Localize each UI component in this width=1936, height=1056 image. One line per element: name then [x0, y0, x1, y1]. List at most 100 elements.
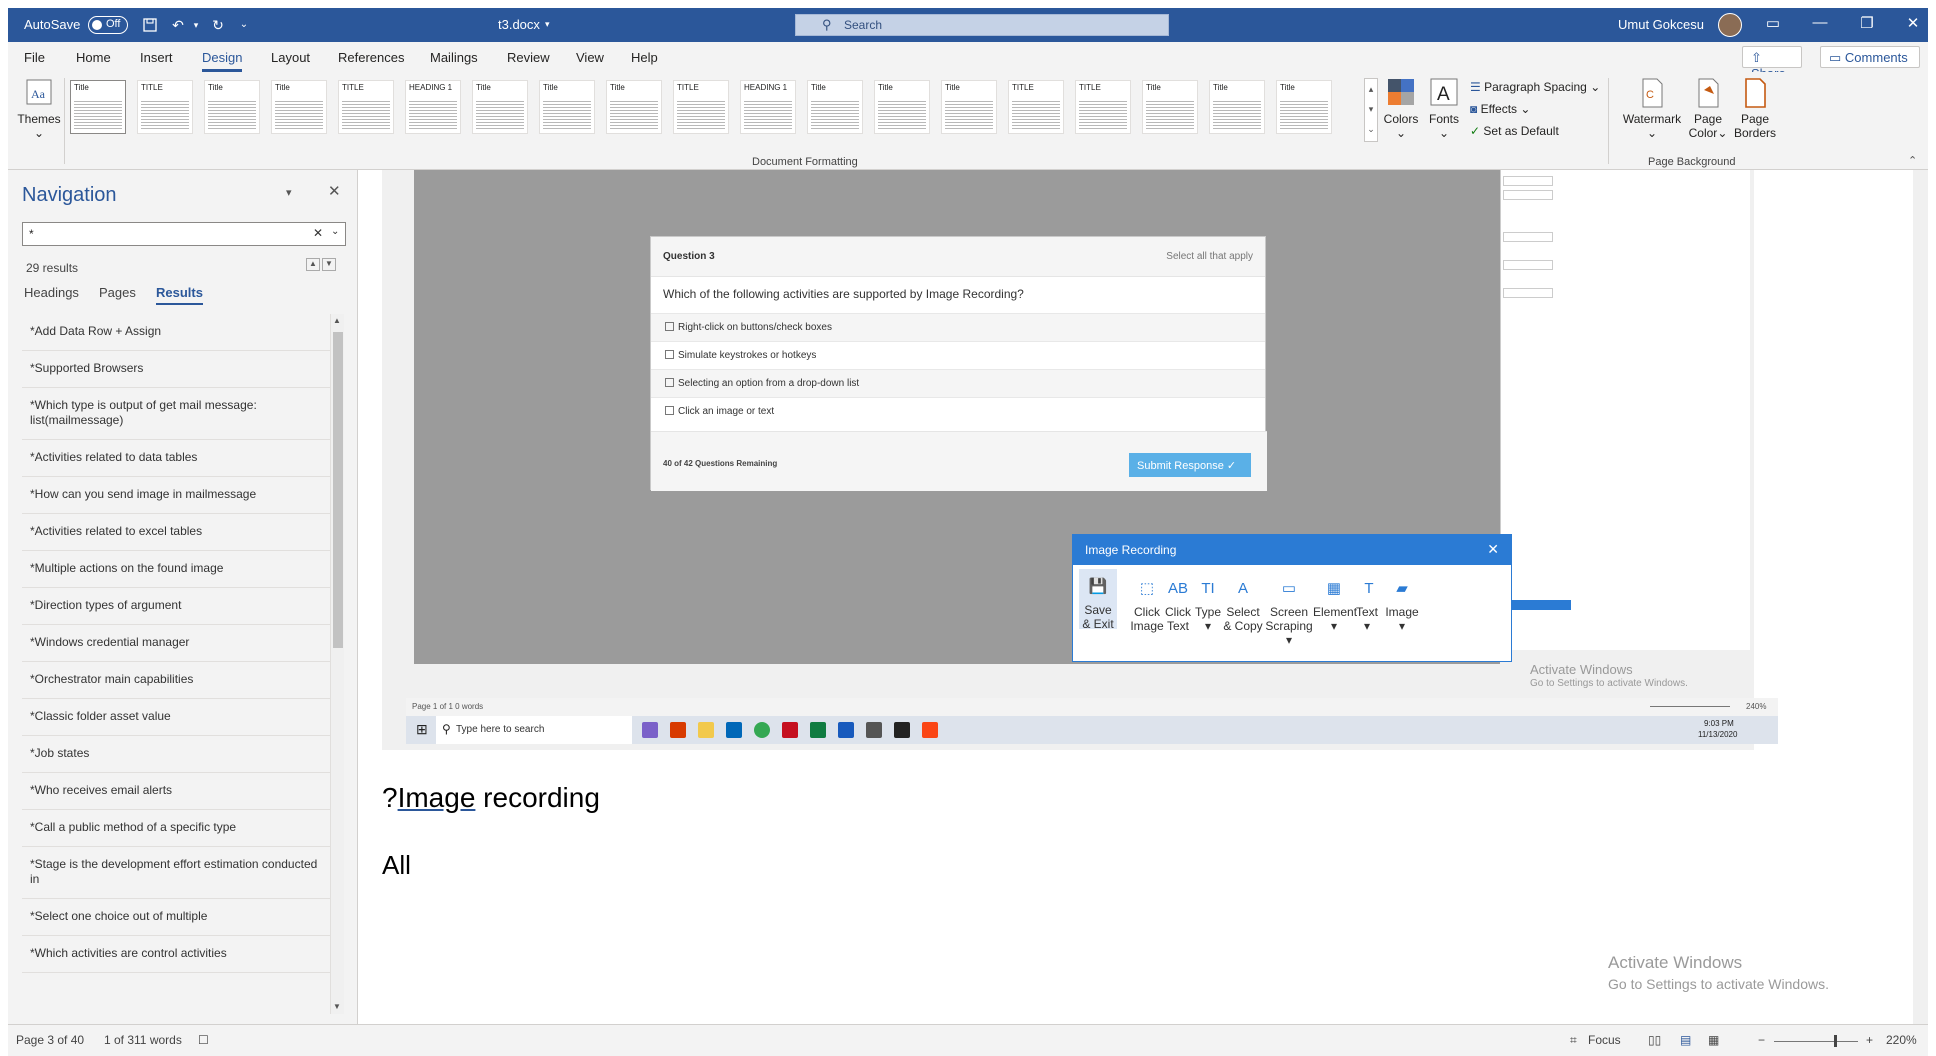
zoom-slider-thumb[interactable] — [1834, 1035, 1837, 1047]
style-set-thumbnail[interactable]: Title — [606, 80, 662, 134]
next-result-icon[interactable]: ▼ — [322, 258, 336, 271]
style-set-thumbnail[interactable]: TITLE — [338, 80, 394, 134]
screen-scraping-button[interactable]: ▭ Screen Scraping ▾ — [1265, 575, 1313, 647]
clear-search-icon[interactable]: ✕ — [313, 226, 323, 240]
nav-search-input[interactable]: * ✕ ⌄ — [22, 222, 346, 246]
style-set-thumbnail[interactable]: Title — [472, 80, 528, 134]
select-copy-button[interactable]: A Select & Copy — [1223, 575, 1263, 633]
search-result-item[interactable]: *Activities related to excel tables — [22, 514, 334, 551]
answer-option[interactable]: Simulate keystrokes or hotkeys — [651, 341, 1265, 369]
search-box[interactable]: ⚲ Search — [795, 14, 1169, 36]
fonts-button[interactable]: A Fonts ⌄ — [1424, 78, 1464, 140]
style-set-thumbnail[interactable]: HEADING 1 — [405, 80, 461, 134]
search-result-item[interactable]: *How can you send image in mailmessage — [22, 477, 334, 514]
tab-layout[interactable]: Layout — [271, 50, 310, 65]
search-result-item[interactable]: *Activities related to data tables — [22, 440, 334, 477]
close-icon[interactable]: ✕ — [1898, 14, 1928, 32]
comments-button[interactable]: ▭ Comments — [1820, 46, 1920, 68]
autosave-toggle[interactable]: Off — [88, 16, 128, 34]
style-set-thumbnail[interactable]: Title — [1209, 80, 1265, 134]
results-scrollbar[interactable]: ▲ ▼ — [330, 314, 344, 1014]
themes-button[interactable]: Aa Themes ⌄ — [16, 78, 62, 140]
style-set-thumbnail[interactable]: TITLE — [673, 80, 729, 134]
web-layout-icon[interactable]: ▦ — [1708, 1033, 1719, 1047]
checkbox[interactable] — [665, 378, 674, 387]
answer-option[interactable]: Right-click on buttons/check boxes — [651, 313, 1265, 341]
scrollbar-thumb[interactable] — [333, 332, 343, 648]
search-result-item[interactable]: *Multiple actions on the found image — [22, 551, 334, 588]
collapse-ribbon-icon[interactable]: ⌃ — [1908, 154, 1917, 167]
previous-result-icon[interactable]: ▲ — [306, 258, 320, 271]
search-result-item[interactable]: *Which activities are control activities — [22, 936, 334, 973]
focus-icon[interactable]: ⌗ — [1570, 1033, 1577, 1048]
checkbox[interactable] — [665, 350, 674, 359]
undo-dropdown-icon[interactable]: ▾ — [188, 17, 204, 33]
doc-name-dropdown-icon[interactable]: ▾ — [545, 19, 550, 30]
style-set-thumbnail[interactable]: Title — [1276, 80, 1332, 134]
style-set-thumbnail[interactable]: Title — [807, 80, 863, 134]
tab-view[interactable]: View — [576, 50, 604, 65]
tab-mailings[interactable]: Mailings — [430, 50, 478, 65]
zoom-slider[interactable] — [1774, 1035, 1858, 1047]
checkbox[interactable] — [665, 406, 674, 415]
save-exit-button[interactable]: 💾 Save & Exit — [1079, 569, 1117, 631]
search-result-item[interactable]: *Select one choice out of multiple — [22, 899, 334, 936]
tab-results[interactable]: Results — [156, 285, 203, 305]
style-set-thumbnail[interactable]: Title — [204, 80, 260, 134]
search-result-item[interactable]: *Add Data Row + Assign — [22, 314, 334, 351]
tab-design[interactable]: Design — [202, 50, 243, 72]
search-result-item[interactable]: *Job states — [22, 736, 334, 773]
style-set-thumbnail[interactable]: TITLE — [1075, 80, 1131, 134]
image-button[interactable]: ▰ Image ▾ — [1383, 575, 1421, 633]
focus-label[interactable]: Focus — [1588, 1033, 1621, 1047]
search-result-item[interactable]: *Stage is the development effort estimat… — [22, 847, 334, 899]
effects-button[interactable]: ◙ Effects ⌄ — [1470, 102, 1530, 116]
close-pane-icon[interactable]: ✕ — [328, 182, 341, 200]
avatar[interactable] — [1718, 13, 1742, 37]
style-set-thumbnail[interactable]: HEADING 1 — [740, 80, 796, 134]
ribbon-display-options-icon[interactable]: ▭ — [1758, 14, 1788, 32]
word-count[interactable]: 1 of 311 words — [104, 1033, 182, 1047]
zoom-out-icon[interactable]: − — [1758, 1033, 1765, 1047]
search-result-item[interactable]: *Orchestrator main capabilities — [22, 662, 334, 699]
zoom-level[interactable]: 220% — [1886, 1033, 1917, 1047]
tab-help[interactable]: Help — [631, 50, 658, 65]
tab-headings[interactable]: Headings — [24, 285, 79, 300]
search-result-item[interactable]: *Direction types of argument — [22, 588, 334, 625]
page-color-button[interactable]: Page Color⌄ — [1686, 78, 1730, 140]
close-icon[interactable]: ✕ — [1487, 541, 1499, 558]
set-as-default-button[interactable]: ✓ Set as Default — [1470, 124, 1559, 138]
style-set-thumbnail[interactable]: Title — [539, 80, 595, 134]
zoom-in-icon[interactable]: + — [1866, 1033, 1873, 1047]
customize-qat-icon[interactable]: ⌄ — [236, 17, 252, 33]
proofing-icon[interactable]: ☐ — [198, 1033, 209, 1047]
search-result-item[interactable]: *Which type is output of get mail messag… — [22, 388, 334, 440]
user-name[interactable]: Umut Gokcesu — [1618, 17, 1704, 32]
element-button[interactable]: ▦ Element ▾ — [1313, 575, 1357, 633]
style-set-thumbnail[interactable]: Title — [1142, 80, 1198, 134]
save-icon[interactable] — [142, 17, 158, 33]
undo-icon[interactable]: ↶ — [170, 17, 186, 33]
style-set-thumbnail[interactable]: Title — [271, 80, 327, 134]
answer-option[interactable]: Selecting an option from a drop-down lis… — [651, 369, 1265, 397]
answer-option[interactable]: Click an image or text — [651, 397, 1265, 425]
search-result-item[interactable]: *Who receives email alerts — [22, 773, 334, 810]
tab-home[interactable]: Home — [76, 50, 111, 65]
gallery-scroll[interactable]: ▴ ▾ ⌄ — [1364, 78, 1378, 142]
print-layout-icon[interactable]: ▤ — [1680, 1033, 1691, 1047]
watermark-button[interactable]: C Watermark ⌄ — [1620, 78, 1684, 140]
style-set-thumbnail[interactable]: TITLE — [137, 80, 193, 134]
click-text-button[interactable]: AB Click Text — [1163, 575, 1193, 633]
scroll-up-icon[interactable]: ▲ — [333, 316, 341, 325]
checkbox[interactable] — [665, 322, 674, 331]
restore-icon[interactable]: ❐ — [1852, 14, 1882, 32]
pane-options-icon[interactable]: ▾ — [286, 186, 292, 199]
tab-insert[interactable]: Insert — [140, 50, 173, 65]
style-set-thumbnail[interactable]: Title — [941, 80, 997, 134]
scroll-down-icon[interactable]: ▼ — [333, 1002, 341, 1011]
page-borders-button[interactable]: Page Borders — [1732, 78, 1778, 140]
search-result-item[interactable]: *Call a public method of a specific type — [22, 810, 334, 847]
style-set-thumbnail[interactable]: Title — [70, 80, 126, 134]
minimize-icon[interactable]: — — [1805, 14, 1835, 31]
tab-file[interactable]: File — [24, 50, 45, 65]
